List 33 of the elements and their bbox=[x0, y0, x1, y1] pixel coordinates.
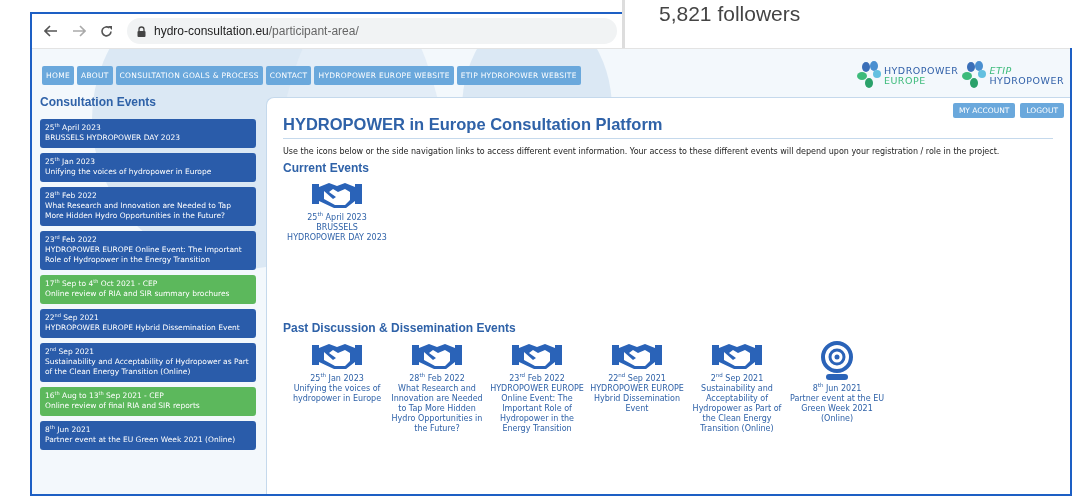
logo-text: ETIP bbox=[989, 66, 1013, 76]
page-title: HYDROPOWER in Europe Consultation Platform bbox=[283, 115, 664, 134]
event-link[interactable]: 22$^{nd}$ Sep 2021 HYDROPOWER EUROPE Hybrid Dissemination Event bbox=[587, 341, 687, 434]
url-text: hydro-consultation.eu/participant-area/ bbox=[154, 24, 359, 38]
logo[interactable]: ETIP HYDROPOWER bbox=[962, 61, 1064, 91]
address-bar[interactable]: hydro-consultation.eu/participant-area/ bbox=[127, 18, 617, 44]
event-link[interactable]: 23$^{rd}$ Feb 2022 HYDROPOWER EUROPE Online Event: The Important Role of Hydropower in the Energy Transition bbox=[487, 341, 587, 434]
event-link[interactable]: 25$^{th}$ Jan 2023 Unifying the voices of hydropower in Europe bbox=[287, 341, 387, 434]
back-arrow-icon[interactable] bbox=[44, 25, 58, 37]
event-link[interactable]: 25$^{th}$ April 2023 BRUSSELS HYDROPOWER DAY 2023 bbox=[287, 180, 387, 243]
handshake-icon bbox=[612, 341, 662, 371]
event-link[interactable]: 8$^{th}$ Jun 2021 Partner event at the EU Green Week 2021 (Online) bbox=[787, 341, 887, 434]
logo[interactable]: HYDROPOWER EUROPE bbox=[856, 61, 959, 91]
section-heading: Current Events bbox=[283, 161, 371, 175]
logo-text: HYDROPOWER bbox=[989, 76, 1064, 86]
webcam-icon bbox=[820, 341, 854, 381]
event-link[interactable]: 2$^{nd}$ Sep 2021 Sustainability and Acceptability of Hydropower as Part of the Clean Energy Transition (Online) bbox=[687, 341, 787, 434]
followers-count: 5,821 followers bbox=[659, 2, 801, 25]
handshake-icon bbox=[712, 341, 762, 371]
droplet-pinwheel-icon bbox=[962, 61, 989, 91]
handshake-icon bbox=[312, 341, 362, 371]
logo-text: EUROPE bbox=[883, 76, 927, 86]
droplet-pinwheel-icon bbox=[856, 61, 883, 91]
logo-text: HYDROPOWER bbox=[883, 66, 959, 76]
reload-icon[interactable] bbox=[100, 24, 113, 38]
intro-text: Use the icons below or the side navigation links to access different event information. Your access to these different events will depend upon your registration / role in the project. bbox=[283, 147, 1001, 156]
handshake-icon bbox=[512, 341, 562, 371]
sidebar-title: Consultation Events bbox=[40, 95, 157, 111]
handshake-icon bbox=[412, 341, 462, 371]
lock-icon bbox=[137, 25, 146, 37]
section-heading: Past Discussion & Dissemination Events bbox=[283, 321, 517, 335]
handshake-icon bbox=[312, 180, 362, 210]
event-link[interactable]: 28$^{th}$ Feb 2022 What Research and Innovation are Needed to Tap More Hidden Hydro Opportunities in the Future? bbox=[387, 341, 487, 434]
